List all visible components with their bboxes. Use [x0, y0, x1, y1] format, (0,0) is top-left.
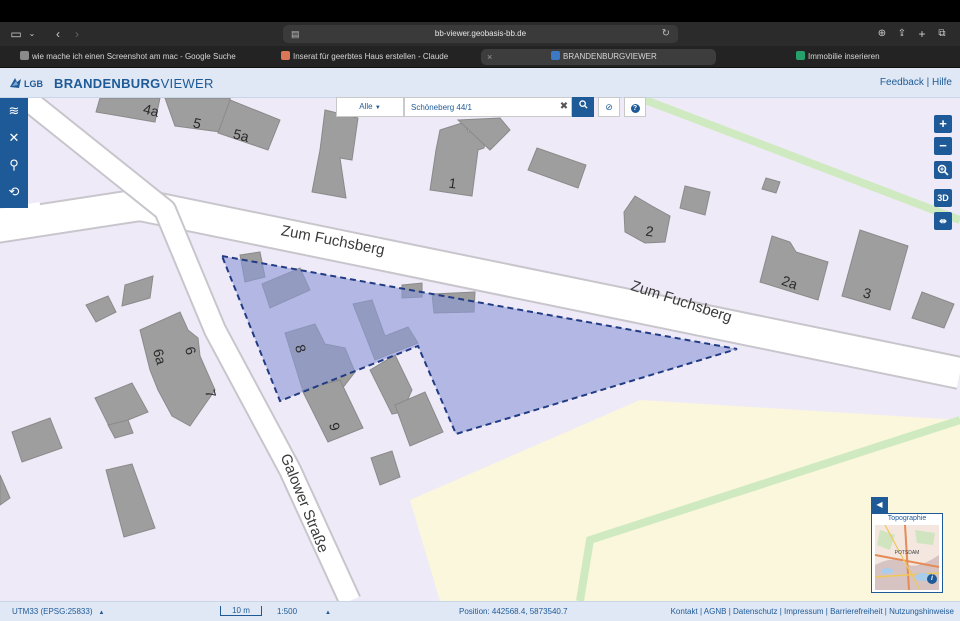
building: [217, 99, 281, 151]
cursor-position: Position: 442568.4, 5873540.7: [459, 607, 568, 616]
minus-icon: −: [939, 138, 947, 153]
search-filter-value: Alle: [359, 102, 373, 111]
search-input[interactable]: [404, 97, 572, 117]
crs-select[interactable]: UTM33 (EPSG:25833) ▲: [12, 607, 104, 616]
map-canvas[interactable]: Zum Fuchsberg Zum Fuchsberg Galower Stra…: [0, 98, 960, 601]
chevron-down-icon[interactable]: ⌄: [27, 26, 37, 42]
tab-label: Immobilie inserieren: [808, 52, 880, 61]
building: [679, 185, 711, 216]
caret-up-icon: ▲: [98, 610, 105, 616]
caret-left-icon: ◀: [876, 500, 883, 509]
tools-icon[interactable]: ✕: [0, 125, 28, 151]
building: [85, 295, 117, 323]
help-button[interactable]: ?: [624, 97, 646, 117]
close-tab-icon[interactable]: ×: [487, 49, 492, 65]
tab-immobilie[interactable]: Immobilie inserieren: [796, 49, 946, 65]
eye-slash-icon: ⊘: [605, 102, 613, 112]
scale-value: 1:500: [277, 607, 298, 616]
three-d-button[interactable]: 3D: [934, 189, 952, 207]
browser-tab-bar: wie mache ich einen Screenshot am mac - …: [0, 46, 960, 68]
building: [301, 379, 364, 443]
lgb-logo[interactable]: LGB: [9, 77, 43, 89]
building: [761, 177, 781, 194]
app-header: LGB BRANDENBURGVIEWER Feedback | Hilfe: [0, 68, 960, 98]
forward-button[interactable]: ›: [71, 26, 83, 42]
zoom-to-extent-button[interactable]: [934, 161, 952, 179]
scale-select[interactable]: 1:500 ▲: [277, 607, 331, 616]
tab-claude[interactable]: Inserat für geerbtes Haus erstellen - Cl…: [281, 49, 481, 65]
tab-label: wie mache ich einen Screenshot am mac - …: [32, 52, 236, 61]
street-label: Galower Straße: [277, 451, 332, 555]
building: [841, 229, 909, 311]
building: [527, 147, 587, 189]
header-links[interactable]: Feedback | Hilfe: [880, 77, 952, 88]
info-icon[interactable]: i: [927, 574, 937, 584]
scale-bar: 10 m: [220, 606, 262, 616]
crs-value: UTM33 (EPSG:25833): [12, 607, 93, 616]
tab-label: BRANDENBURGVIEWER: [563, 52, 657, 61]
hide-results-button[interactable]: ⊘: [598, 97, 620, 117]
left-toolbar: ≋ ✕ ⚲ ⟲: [0, 98, 28, 208]
overview-place-label: POTSDAM: [895, 550, 920, 556]
claude-favicon-icon: [281, 51, 290, 60]
overview-toggle-button[interactable]: ◀: [871, 497, 888, 513]
layers-icon[interactable]: ≋: [0, 98, 28, 124]
question-icon: ?: [630, 104, 640, 113]
building: [105, 463, 156, 538]
app-title: BRANDENBURGVIEWER: [54, 76, 214, 91]
house-favicon-icon: [796, 51, 805, 60]
tab-google-search[interactable]: wie mache ich einen Screenshot am mac - …: [20, 49, 260, 65]
building: [121, 275, 154, 307]
search-icon: [578, 100, 588, 109]
overview-title: Topographie: [887, 515, 927, 522]
app-title-light: VIEWER: [160, 76, 214, 91]
plus-icon: +: [939, 116, 947, 131]
split-view-icon: ⇹: [939, 216, 947, 226]
app-title-bold: BRANDENBURG: [54, 76, 161, 91]
magnifier-plus-icon: [937, 164, 949, 176]
compare-button[interactable]: ⇹: [934, 212, 952, 230]
address-bar[interactable]: ▤ bb-viewer.geobasis-bb.de ↻: [283, 25, 678, 43]
page-settings-icon[interactable]: ▤: [291, 25, 300, 43]
footer-links[interactable]: Kontakt | AGNB | Datenschutz | Impressum…: [671, 607, 954, 616]
overview-map[interactable]: Topographie POTSDAM i: [871, 513, 943, 593]
url-text: bb-viewer.geobasis-bb.de: [434, 29, 527, 38]
reload-icon[interactable]: ↻: [662, 25, 670, 43]
google-favicon-icon: [20, 51, 29, 60]
zoom-in-button[interactable]: +: [934, 115, 952, 133]
new-tab-icon[interactable]: +: [916, 26, 928, 42]
download-icon[interactable]: ⊕: [876, 26, 888, 42]
zoom-out-button[interactable]: −: [934, 137, 952, 155]
refresh-icon[interactable]: ⟲: [0, 179, 28, 205]
tab-overview-icon[interactable]: ⧉: [936, 26, 948, 42]
os-menu-bar: [0, 0, 960, 22]
clear-search-icon[interactable]: ✖: [558, 97, 570, 117]
lgb-favicon-icon: [551, 51, 560, 60]
building: [0, 474, 11, 506]
building: [311, 109, 359, 199]
lgb-logo-icon: [10, 78, 21, 88]
sidebar-toggle-icon[interactable]: ▭: [9, 26, 23, 42]
building: [370, 450, 401, 486]
caret-up-icon: ▲: [325, 610, 331, 616]
map-svg[interactable]: Zum Fuchsberg Zum Fuchsberg Galower Stra…: [0, 98, 960, 601]
routing-icon[interactable]: ⚲: [0, 152, 28, 178]
search-filter-select[interactable]: Alle ▼: [336, 97, 404, 117]
building: [11, 417, 63, 463]
app-window: ▭ ⌄ ‹ › ▤ bb-viewer.geobasis-bb.de ↻ ⊕ ⇪…: [0, 0, 960, 621]
tab-label: Inserat für geerbtes Haus erstellen - Cl…: [293, 52, 449, 61]
search-button[interactable]: [572, 97, 594, 117]
back-button[interactable]: ‹: [52, 26, 64, 42]
building: [911, 291, 955, 329]
share-icon[interactable]: ⇪: [896, 26, 908, 42]
tab-brandenburgviewer[interactable]: × BRANDENBURGVIEWER: [481, 49, 716, 65]
lgb-logo-text: LGB: [24, 79, 43, 89]
status-bar: UTM33 (EPSG:25833) ▲ 10 m 1:500 ▲ Position…: [0, 601, 960, 621]
caret-down-icon: ▼: [374, 105, 381, 111]
browser-toolbar: ▭ ⌄ ‹ › ▤ bb-viewer.geobasis-bb.de ↻ ⊕ ⇪…: [0, 22, 960, 46]
